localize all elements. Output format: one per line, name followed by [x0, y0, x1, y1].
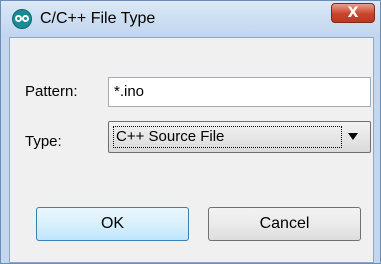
- dialog-body: Pattern: *.ino Type: C++ Source File OK …: [9, 37, 374, 263]
- close-icon: X: [347, 5, 359, 21]
- type-label: Type:: [25, 133, 62, 150]
- ok-button[interactable]: OK: [36, 207, 189, 241]
- type-select[interactable]: C++ Source File: [108, 121, 371, 153]
- dialog-window: C/C++ File Type X Pattern: *.ino Type: C…: [0, 0, 381, 264]
- cancel-button[interactable]: Cancel: [208, 207, 361, 241]
- pattern-label: Pattern:: [25, 83, 78, 100]
- chevron-down-icon: [348, 133, 358, 140]
- dialog-title: C/C++ File Type: [40, 10, 156, 27]
- arduino-logo-icon: [12, 9, 32, 29]
- close-button[interactable]: X: [331, 3, 375, 23]
- type-select-value: C++ Source File: [113, 126, 342, 148]
- pattern-input[interactable]: *.ino: [108, 77, 371, 107]
- title-bar[interactable]: C/C++ File Type X: [1, 1, 380, 37]
